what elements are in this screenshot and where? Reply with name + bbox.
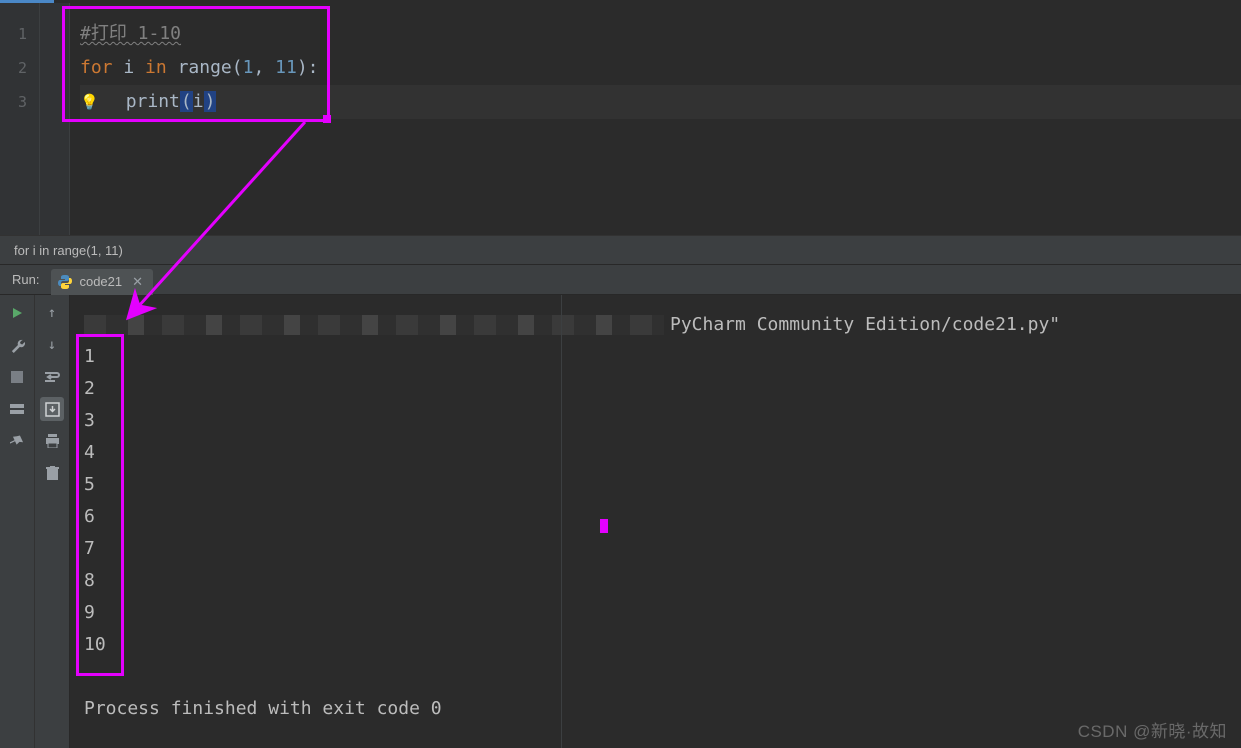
code-area[interactable]: #打印 1-10 for i in range(1, 11): 💡 print(… bbox=[70, 3, 1241, 235]
print-icon[interactable] bbox=[40, 429, 64, 453]
console-cmd-line: PyCharm Community Edition/code21.py" bbox=[84, 309, 1231, 341]
wrench-icon[interactable] bbox=[5, 333, 29, 357]
arrow-down-icon[interactable]: ↓ bbox=[40, 333, 64, 357]
editor-breadcrumb[interactable]: for i in range(1, 11) bbox=[0, 235, 1241, 265]
console-output-line: 8 bbox=[84, 565, 1231, 597]
watermark: CSDN @新晓·故知 bbox=[1078, 717, 1227, 742]
lightbulb-icon[interactable]: 💡 bbox=[80, 85, 98, 119]
line-number: 1 bbox=[0, 17, 27, 51]
editor-gutter-margin bbox=[40, 3, 70, 235]
console-output[interactable]: PyCharm Community Edition/code21.py" 1 2… bbox=[70, 295, 1241, 748]
code-line-3[interactable]: 💡 print(i) bbox=[80, 85, 1241, 119]
run-tool-column-secondary: ↑ ↓ bbox=[35, 295, 70, 748]
code-comment: #打印 1-10 bbox=[80, 23, 181, 44]
editor-gutter: 1 2 3 bbox=[0, 3, 40, 235]
breadcrumb-text: for i in range(1, 11) bbox=[14, 243, 123, 258]
run-tab[interactable]: code21 ✕ bbox=[51, 269, 153, 295]
console-blank-line bbox=[84, 661, 1231, 693]
layout-icon[interactable] bbox=[5, 397, 29, 421]
pin-icon[interactable] bbox=[5, 429, 29, 453]
code-line-1[interactable]: #打印 1-10 bbox=[80, 17, 1241, 51]
console-output-line: 5 bbox=[84, 469, 1231, 501]
run-tool-column-primary bbox=[0, 295, 35, 748]
editor-pane: 1 2 3 #打印 1-10 for i in range(1, 11): 💡 … bbox=[0, 3, 1241, 235]
console-output-line: 7 bbox=[84, 533, 1231, 565]
scroll-to-end-icon[interactable] bbox=[40, 397, 64, 421]
console-exit-line: Process finished with exit code 0 bbox=[84, 693, 1231, 725]
run-tab-label: code21 bbox=[79, 274, 122, 289]
console-output-line: 2 bbox=[84, 373, 1231, 405]
line-number: 3 bbox=[0, 85, 27, 119]
console-output-line: 9 bbox=[84, 597, 1231, 629]
run-console: ↑ ↓ PyCharm Community Edition/code21.py"… bbox=[0, 295, 1241, 748]
run-toolwindow-header: Run: code21 ✕ bbox=[0, 265, 1241, 295]
stop-icon[interactable] bbox=[5, 365, 29, 389]
soft-wrap-icon[interactable] bbox=[40, 365, 64, 389]
rerun-icon[interactable] bbox=[5, 301, 29, 325]
run-label: Run: bbox=[0, 272, 51, 287]
redacted-path bbox=[84, 315, 664, 335]
code-line-2[interactable]: for i in range(1, 11): bbox=[80, 51, 1241, 85]
console-output-line: 10 bbox=[84, 629, 1231, 661]
vertical-splitter[interactable] bbox=[561, 295, 562, 748]
trash-icon[interactable] bbox=[40, 461, 64, 485]
arrow-up-icon[interactable]: ↑ bbox=[40, 301, 64, 325]
annotation-cursor bbox=[600, 519, 608, 533]
console-output-line: 3 bbox=[84, 405, 1231, 437]
console-output-line: 6 bbox=[84, 501, 1231, 533]
line-number: 2 bbox=[0, 51, 27, 85]
console-output-line: 1 bbox=[84, 341, 1231, 373]
python-file-icon bbox=[57, 274, 73, 290]
close-icon[interactable]: ✕ bbox=[128, 274, 143, 290]
console-output-line: 4 bbox=[84, 437, 1231, 469]
